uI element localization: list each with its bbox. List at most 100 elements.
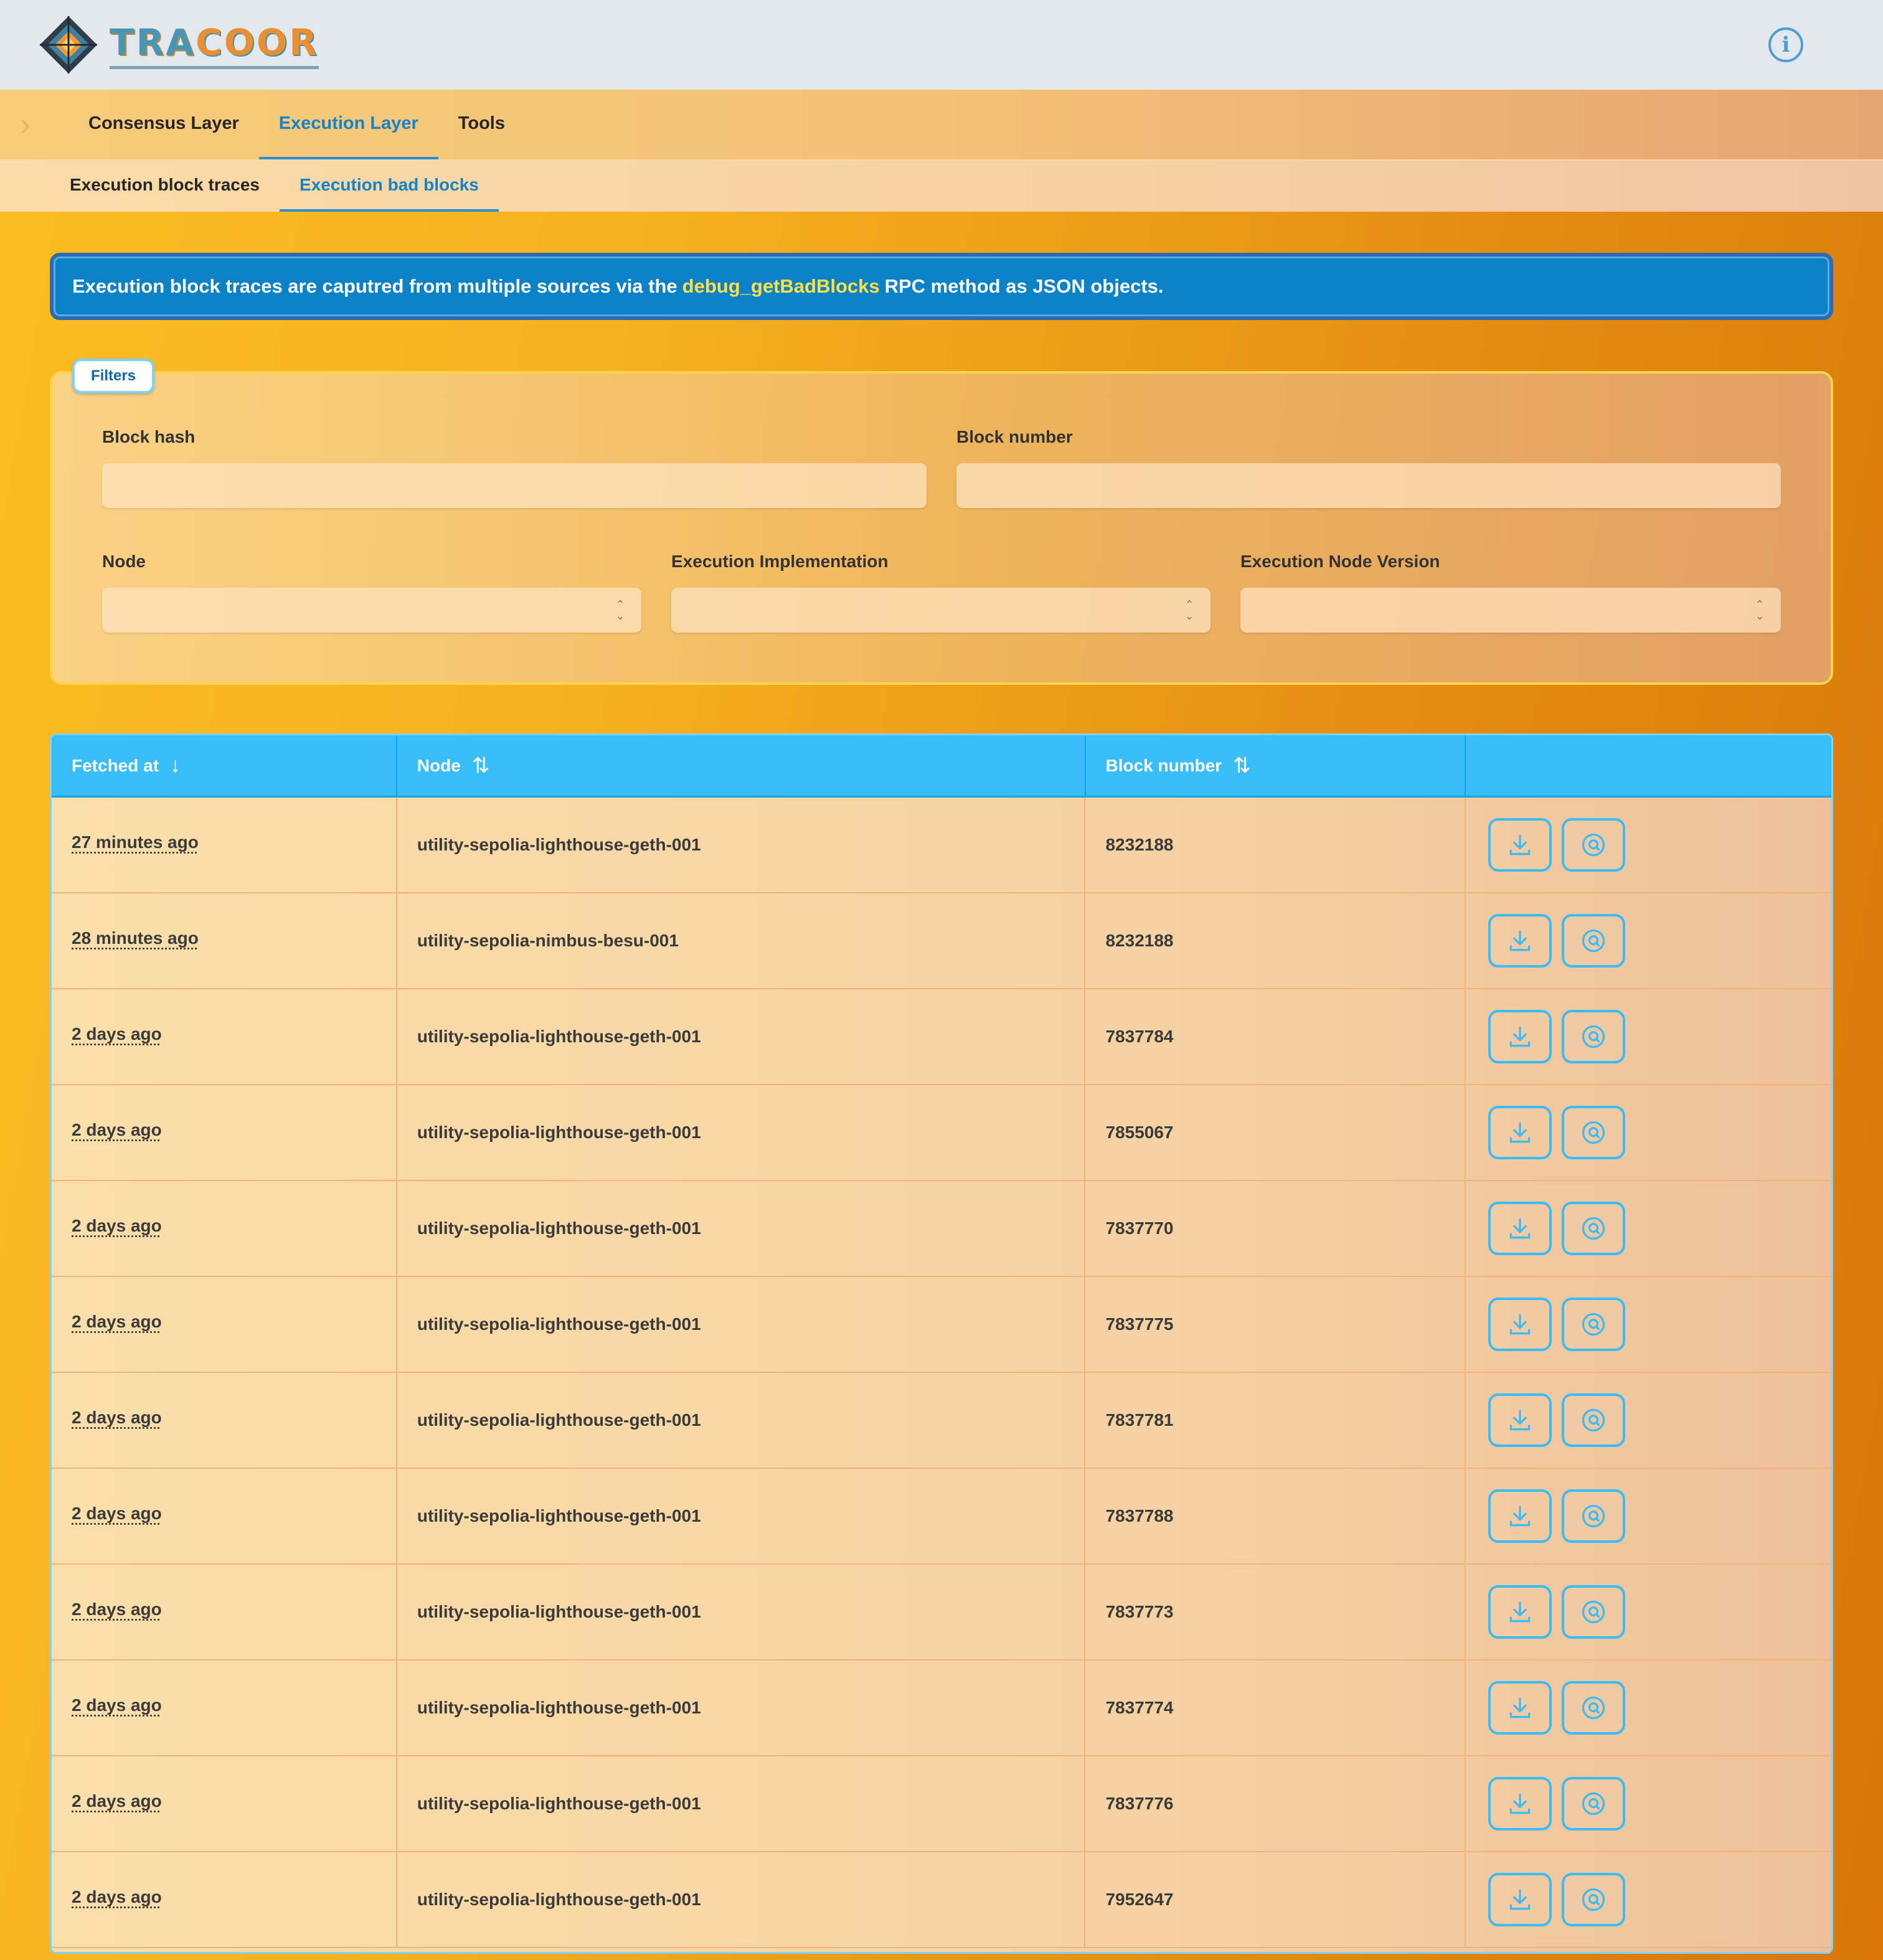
tab-tools[interactable]: Tools [438, 90, 525, 159]
sort-icon[interactable]: ⇅ [472, 753, 490, 778]
fetched-at-text: 2 days ago [72, 1791, 162, 1811]
table-row: 2 days ago utility-sepolia-lighthouse-get… [52, 1085, 1831, 1181]
block-hash-input[interactable] [102, 463, 927, 508]
execution-node-version-label: Execution Node Version [1240, 552, 1440, 571]
actions-cell [1466, 1756, 1831, 1851]
download-icon [1506, 927, 1534, 954]
view-button[interactable] [1562, 1681, 1626, 1735]
fetched-at-text: 2 days ago [72, 1312, 162, 1331]
block-number-cell: 7837784 [1085, 989, 1466, 1084]
fetched-at-cell: 2 days ago [52, 1565, 397, 1659]
download-icon [1506, 1119, 1534, 1146]
actions-cell [1466, 1085, 1831, 1180]
sort-icon[interactable]: ⇅ [1233, 753, 1251, 778]
fetched-at-cell: 2 days ago [52, 1373, 397, 1468]
block-number-cell: 7837770 [1085, 1181, 1466, 1276]
node-cell: utility-sepolia-lighthouse-geth-001 [397, 1277, 1086, 1372]
block-number-cell: 7855067 [1085, 1085, 1466, 1180]
tab-execution-layer[interactable]: Execution Layer [258, 90, 438, 159]
download-icon [1506, 1886, 1534, 1913]
table-row: 2 days ago utility-sepolia-lighthouse-get… [52, 1852, 1831, 1948]
download-button[interactable] [1488, 1202, 1552, 1255]
select-updown-icon: ⌃ ⌄ [1755, 598, 1765, 622]
download-button[interactable] [1488, 1585, 1552, 1639]
column-fetched-at[interactable]: Fetched at ↓ [52, 735, 397, 796]
actions-cell [1466, 1373, 1831, 1468]
download-button[interactable] [1488, 1777, 1552, 1830]
info-banner: Execution block traces are caputred from… [50, 253, 1833, 320]
select-updown-icon: ⌃ ⌄ [615, 598, 625, 622]
table-header: Fetched at ↓ Node ⇅ Block number ⇅ [52, 735, 1831, 798]
download-icon [1506, 1694, 1534, 1722]
block-number-cell: 7837774 [1085, 1661, 1466, 1755]
actions-cell [1466, 989, 1831, 1084]
download-icon [1506, 1598, 1534, 1626]
view-icon [1580, 1694, 1607, 1722]
execution-implementation-select[interactable]: ⌃ ⌄ [671, 588, 1210, 633]
download-button[interactable] [1488, 1873, 1552, 1926]
view-button[interactable] [1562, 1010, 1626, 1063]
expand-chevron-icon[interactable]: ›› [0, 90, 68, 159]
view-icon [1580, 1119, 1607, 1146]
actions-cell [1466, 1661, 1831, 1755]
column-node[interactable]: Node ⇅ [397, 735, 1086, 796]
column-block-number[interactable]: Block number ⇅ [1086, 735, 1466, 796]
fetched-at-cell: 2 days ago [52, 1085, 397, 1180]
download-button[interactable] [1488, 818, 1552, 872]
view-icon [1580, 1023, 1607, 1050]
download-button[interactable] [1488, 1106, 1552, 1159]
tab-consensus-layer[interactable]: Consensus Layer [68, 90, 259, 159]
logo[interactable]: TRACOOR [37, 14, 319, 76]
fetched-at-text: 2 days ago [72, 1887, 162, 1906]
primary-nav: ›› Consensus Layer Execution Layer Tools [0, 90, 1883, 159]
table-row: 2 days ago utility-sepolia-lighthouse-get… [52, 1373, 1831, 1469]
download-button[interactable] [1488, 1010, 1552, 1063]
fetched-at-cell: 2 days ago [52, 1756, 397, 1851]
block-number-cell: 7837775 [1085, 1277, 1466, 1372]
view-button[interactable] [1562, 1202, 1626, 1255]
download-button[interactable] [1488, 1393, 1552, 1447]
view-button[interactable] [1562, 914, 1626, 968]
view-button[interactable] [1562, 1873, 1626, 1926]
banner-text-before: Execution block traces are caputred from… [72, 275, 677, 297]
actions-cell [1466, 1181, 1831, 1276]
view-button[interactable] [1562, 1106, 1626, 1159]
download-button[interactable] [1488, 1489, 1552, 1543]
node-cell: utility-sepolia-lighthouse-geth-001 [397, 798, 1086, 892]
download-button[interactable] [1488, 1298, 1552, 1351]
fetched-at-cell: 27 minutes ago [52, 798, 397, 892]
filters-badge: Filters [72, 359, 154, 393]
node-select[interactable]: ⌃ ⌄ [102, 588, 641, 633]
subtab-execution-bad-blocks[interactable]: Execution bad blocks [280, 161, 499, 212]
view-icon [1580, 831, 1607, 859]
download-icon [1506, 1790, 1534, 1817]
block-number-label: Block number [956, 427, 1073, 446]
block-number-input[interactable] [956, 463, 1781, 508]
download-button[interactable] [1488, 914, 1552, 968]
fetched-at-text: 2 days ago [72, 1695, 162, 1715]
view-button[interactable] [1562, 818, 1626, 872]
view-button[interactable] [1562, 1393, 1626, 1447]
fetched-at-text: 2 days ago [72, 1024, 162, 1044]
table-row: 27 minutes ago utility-sepolia-lighthouse… [52, 798, 1831, 893]
actions-cell [1466, 1277, 1831, 1372]
view-icon [1580, 1790, 1607, 1817]
column-label: Node [417, 755, 461, 775]
fetched-at-text: 27 minutes ago [72, 832, 199, 852]
view-button[interactable] [1562, 1298, 1626, 1351]
view-button[interactable] [1562, 1489, 1626, 1543]
node-label: Node [102, 552, 146, 571]
subtab-execution-block-traces[interactable]: Execution block traces [50, 161, 280, 212]
table-body: 27 minutes ago utility-sepolia-lighthouse… [52, 798, 1831, 1948]
download-icon [1506, 1311, 1534, 1338]
banner-method-link[interactable]: debug_getBadBlocks [682, 275, 880, 298]
execution-node-version-select[interactable]: ⌃ ⌄ [1240, 588, 1781, 633]
actions-cell [1466, 1852, 1831, 1947]
sort-desc-icon[interactable]: ↓ [170, 753, 181, 778]
view-button[interactable] [1562, 1777, 1626, 1830]
table-row: 2 days ago utility-sepolia-lighthouse-get… [52, 1661, 1831, 1756]
table-row: 28 minutes ago utility-sepolia-nimbus-bes… [52, 893, 1831, 989]
info-icon[interactable]: i [1768, 27, 1803, 62]
view-button[interactable] [1562, 1585, 1626, 1639]
download-button[interactable] [1488, 1681, 1552, 1735]
